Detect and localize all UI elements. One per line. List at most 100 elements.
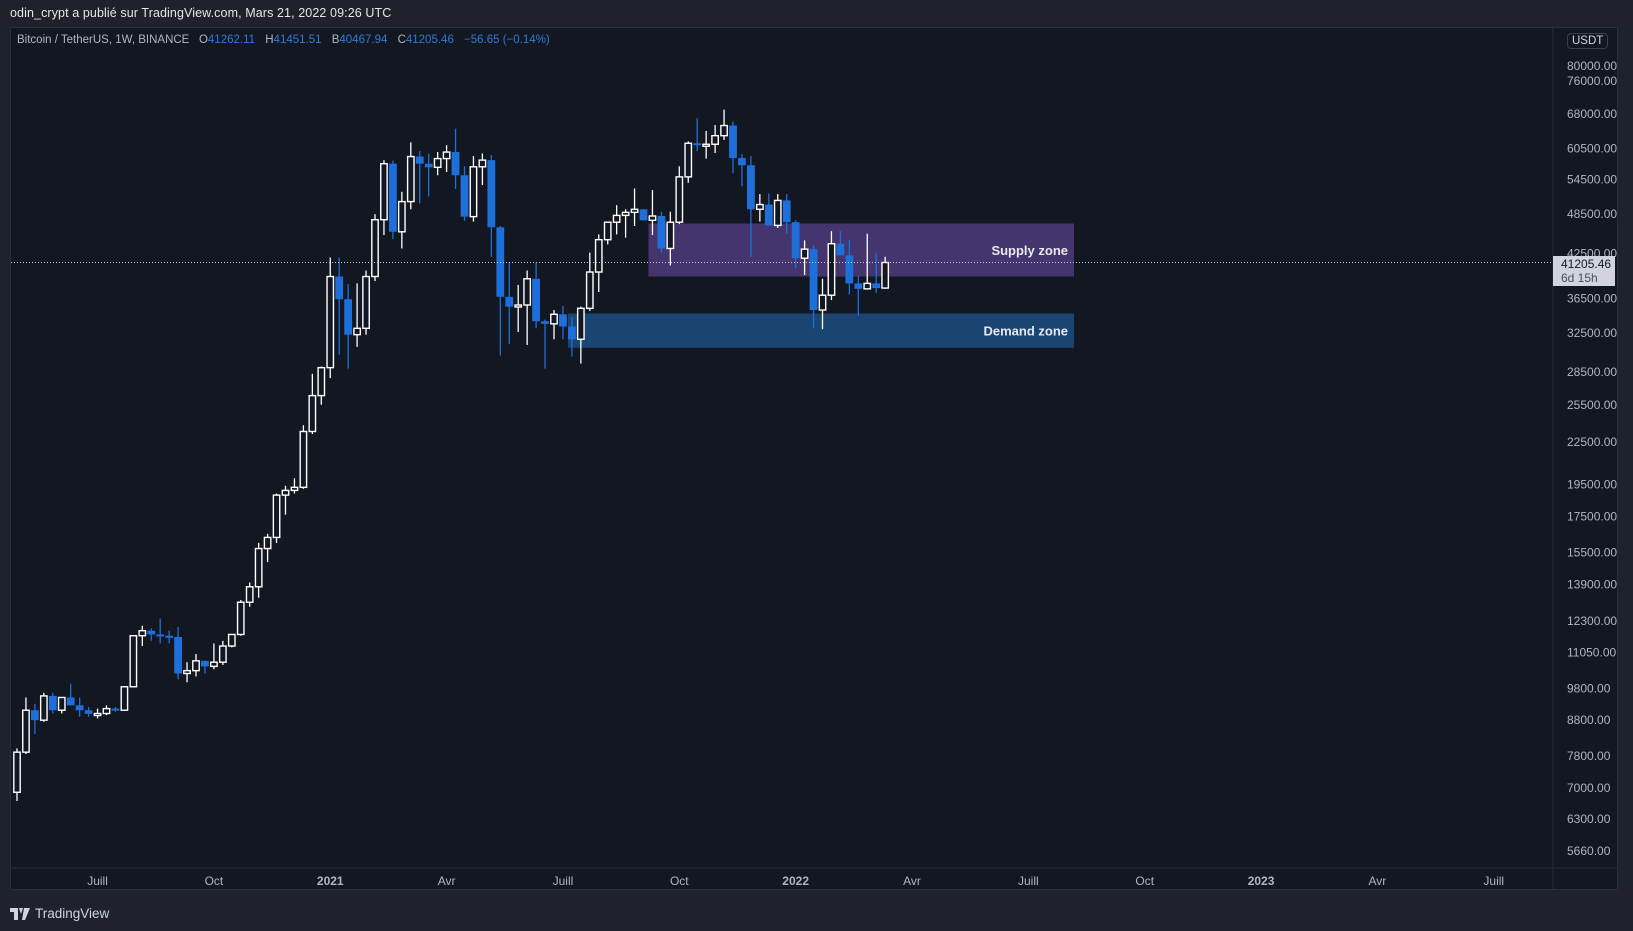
candle-body <box>406 155 415 203</box>
candle <box>147 628 156 641</box>
price-tick-label: 80000.00 <box>1567 59 1617 73</box>
time-tick-label: Avr <box>438 874 456 888</box>
time-axis[interactable]: Juill Oct 2021 Avr Juill Oct 2022 Avr Juill Oct 20… <box>87 874 1504 888</box>
candle <box>281 485 290 515</box>
candle-body <box>415 156 424 164</box>
candle-body <box>111 708 120 711</box>
last-price-tag: 41205.46 6d 15h <box>1553 256 1615 286</box>
time-tick-label: Oct <box>1135 874 1154 888</box>
candle-body <box>782 200 791 223</box>
candle-body <box>174 636 182 674</box>
candle <box>415 151 424 204</box>
candle-body <box>236 601 245 636</box>
candle <box>183 662 191 683</box>
high-label: H <box>265 34 274 46</box>
candle <box>585 252 594 311</box>
footer-branding[interactable]: TradingView <box>10 906 109 921</box>
candle-body <box>514 304 523 308</box>
candle-body <box>541 321 549 324</box>
time-tick-label: Juill <box>87 874 108 888</box>
candle <box>729 121 737 174</box>
price-tick-label: 54500.00 <box>1567 173 1617 187</box>
candle <box>75 697 84 717</box>
candle <box>621 209 630 238</box>
candle <box>120 686 129 711</box>
candle <box>702 131 711 159</box>
time-tick-label: Oct <box>205 874 224 888</box>
price-tick-label: 48500.00 <box>1567 207 1617 221</box>
candle-body <box>559 314 567 327</box>
candle <box>541 319 549 369</box>
candle-body <box>353 327 361 336</box>
candle-body <box>156 634 165 637</box>
candle-body <box>75 705 84 711</box>
candle <box>603 221 612 245</box>
candle <box>254 542 263 598</box>
supply-zone-label: Supply zone <box>991 243 1068 258</box>
candle <box>201 660 209 674</box>
time-tick-label: Juill <box>1483 874 1504 888</box>
candle-body <box>576 307 585 340</box>
candle-body <box>263 536 272 550</box>
candle-body <box>585 271 594 310</box>
candle-body <box>424 163 433 168</box>
candle-body <box>362 275 370 330</box>
candlestick-chart[interactable]: Supply zone Demand zone 80000.0076000.00 6… <box>0 0 1633 931</box>
candle-body <box>630 208 639 214</box>
candle <box>227 633 236 648</box>
candle-body <box>478 159 487 168</box>
price-tick-label: 9800.00 <box>1567 681 1611 695</box>
price-tick-label: 8800.00 <box>1567 713 1611 727</box>
price-tick-label: 28500.00 <box>1567 365 1617 379</box>
time-tick-label: Avr <box>1369 874 1387 888</box>
currency-button[interactable]: USDT <box>1567 33 1609 49</box>
candle <box>738 154 746 187</box>
time-tick-label: 2023 <box>1248 874 1275 888</box>
candle <box>576 306 585 364</box>
candle <box>389 160 397 240</box>
candle-body <box>657 216 666 249</box>
candle-body <box>326 275 335 369</box>
candle-body <box>675 176 684 223</box>
price-tick-label: 68000.00 <box>1567 107 1617 121</box>
open-value: 41262.11 <box>207 34 256 46</box>
candle <box>174 626 182 680</box>
candle-body <box>66 697 75 706</box>
candle <box>478 153 487 186</box>
time-tick-label: Juill <box>1018 874 1039 888</box>
candle-body <box>594 238 603 273</box>
candle-body <box>666 221 675 250</box>
candle-body <box>317 366 326 397</box>
close-value: 41205.46 <box>405 34 454 46</box>
candle <box>594 234 603 293</box>
candle <box>657 211 666 253</box>
candle-body <box>469 166 478 218</box>
candle-body <box>764 204 773 226</box>
candle <box>317 366 326 405</box>
symbol-title[interactable]: Bitcoin / TetherUS, 1W, BINANCE <box>17 34 189 46</box>
candle <box>397 191 406 249</box>
candle-body <box>147 630 156 635</box>
candle <box>335 257 344 355</box>
candle-body <box>48 695 57 711</box>
candle-body <box>227 633 236 647</box>
candle <box>353 283 361 347</box>
candle <box>550 310 558 340</box>
candle-body <box>845 255 854 284</box>
candle-body <box>31 710 39 721</box>
candle <box>326 257 335 379</box>
price-axis[interactable]: 80000.0076000.00 68000.00 60500.00 54500.00… <box>1567 59 1617 858</box>
candle-body <box>120 686 129 711</box>
candle <box>496 226 505 356</box>
candle-body <box>612 214 621 223</box>
candle <box>84 706 93 717</box>
candle <box>111 706 120 712</box>
candle <box>532 262 540 329</box>
candle-body <box>201 660 209 667</box>
demand-zone-label: Demand zone <box>983 324 1068 339</box>
candle-body <box>836 243 845 256</box>
candle <box>245 582 254 607</box>
candle-body <box>433 157 442 169</box>
price-tick-label: 60500.00 <box>1567 142 1617 156</box>
change-value: −56.65 (−0.14%) <box>464 34 550 46</box>
